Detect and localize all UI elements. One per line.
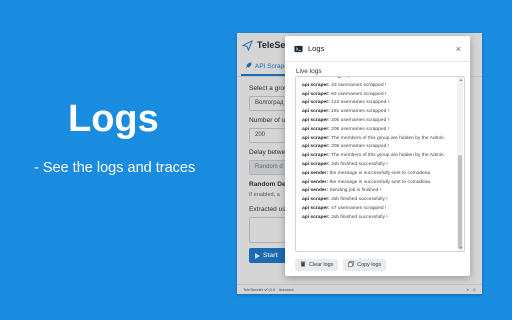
- trash-icon: [300, 261, 306, 269]
- scroll-down-icon[interactable]: [459, 247, 463, 249]
- close-icon[interactable]: ×: [456, 44, 461, 54]
- log-line: api scraper: 43 usernames scrapped !: [302, 82, 456, 91]
- log-message: 47 usernames scrapped !: [331, 205, 387, 211]
- log-line: api scraper: 181 usernames scrapped !: [302, 108, 456, 117]
- copy-logs-label: Copy logs: [357, 262, 382, 268]
- log-source: api sender:: [302, 179, 329, 185]
- copy-logs-button[interactable]: Copy logs: [343, 259, 387, 271]
- log-line: api scraper: The members of this group a…: [302, 152, 456, 161]
- log-message: Job finished successfully !: [331, 197, 388, 203]
- log-message: The members of this group are hidden by …: [331, 135, 445, 141]
- clear-logs-label: Clear logs: [309, 262, 334, 268]
- log-source: api scraper:: [302, 161, 330, 167]
- log-source: Sessions manager:: [302, 76, 347, 79]
- log-source: api scraper:: [302, 144, 330, 150]
- logs-modal: Logs × Live logs Sessions manager: phone…: [285, 36, 470, 276]
- log-message: 206 usernames scrapped !: [331, 126, 390, 132]
- hero-title: Logs: [68, 98, 159, 140]
- log-line: api sender: Sending job is finished !: [302, 187, 456, 196]
- clear-logs-button[interactable]: Clear logs: [295, 259, 339, 271]
- log-line: api scraper: 206 usernames scrapped !: [302, 126, 456, 135]
- log-message: Sending job is finished !: [329, 188, 382, 194]
- log-line: api scraper: 206 usernames scrapped !: [302, 117, 456, 126]
- log-line: api scraper: Job finished successfully !: [302, 196, 456, 205]
- log-scrollbar[interactable]: [457, 77, 463, 251]
- log-line: api scraper: Job finished successfully !: [302, 214, 456, 223]
- log-message: 206 usernames scrapped !: [331, 144, 390, 150]
- log-message: 83 usernames scrapped !: [331, 91, 387, 97]
- log-message: Job finished successfully !: [331, 161, 388, 167]
- live-logs-label: Live logs: [296, 68, 322, 75]
- copy-icon: [348, 261, 354, 269]
- log-line: api scraper: The members of this group a…: [302, 135, 456, 144]
- log-source: api scraper:: [302, 82, 330, 88]
- log-message: the message is successfully sent to como…: [329, 170, 431, 176]
- log-message: phone code received: [348, 76, 394, 79]
- log-message: 181 usernames scrapped !: [331, 109, 390, 115]
- log-source: api scraper:: [302, 205, 330, 211]
- scroll-up-icon[interactable]: [459, 79, 463, 81]
- log-message: The members of this group are hidden by …: [331, 153, 445, 159]
- log-line: api scraper: 47 usernames scrapped !: [302, 205, 456, 214]
- hero-subtitle: - See the logs and traces: [34, 160, 196, 176]
- log-source: api sender:: [302, 170, 329, 176]
- terminal-icon: [294, 40, 303, 58]
- log-line: api scraper: 122 usernames scrapped !: [302, 99, 456, 108]
- log-message: the message is successfully sent to como…: [329, 179, 431, 185]
- log-line: api scraper: Job finished successfully !: [302, 161, 456, 170]
- log-line: api sender: the message is successfully …: [302, 170, 456, 179]
- log-source: api scraper:: [302, 135, 330, 141]
- log-source: api scraper:: [302, 100, 330, 106]
- log-message: 43 usernames scrapped !: [331, 82, 387, 88]
- log-source: api scraper:: [302, 126, 330, 132]
- log-source: api sender:: [302, 188, 329, 194]
- log-list: Sessions manager: phone code received api…: [302, 76, 456, 223]
- log-source: api scraper:: [302, 91, 330, 97]
- log-line: api scraper: 206 usernames scrapped !: [302, 143, 456, 152]
- log-message: 206 usernames scrapped !: [331, 117, 390, 123]
- log-message: Job finished successfully !: [331, 214, 388, 220]
- log-message: 122 usernames scrapped !: [331, 100, 390, 106]
- log-output[interactable]: Sessions manager: phone code received api…: [295, 76, 465, 252]
- log-source: api scraper:: [302, 214, 330, 220]
- log-line: api scraper: 83 usernames scrapped !: [302, 91, 456, 100]
- log-line: api sender: the message is successfully …: [302, 179, 456, 188]
- scrollbar-thumb[interactable]: [458, 155, 462, 249]
- modal-header: Logs ×: [285, 36, 470, 62]
- log-source: api scraper:: [302, 117, 330, 123]
- modal-title: Logs: [308, 44, 325, 53]
- log-source: api scraper:: [302, 153, 330, 159]
- modal-actions: Clear logs Copy logs: [295, 259, 387, 271]
- log-source: api scraper:: [302, 197, 330, 203]
- log-source: api scraper:: [302, 109, 330, 115]
